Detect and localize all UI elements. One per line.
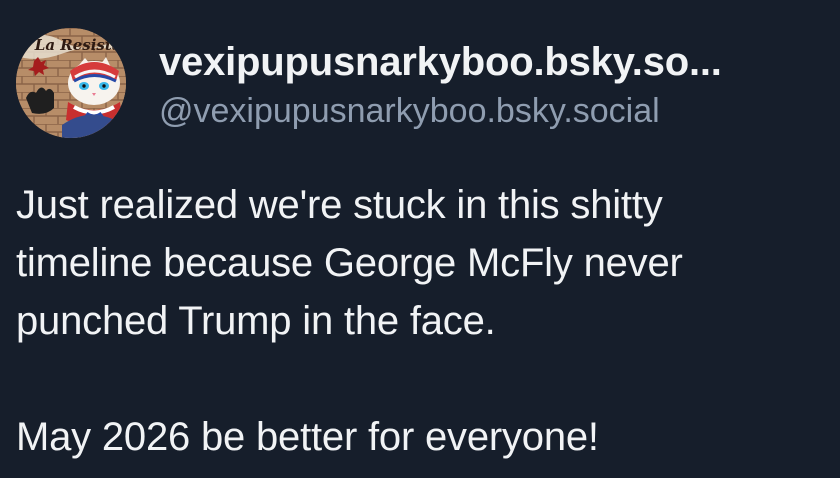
author-names: vexipupusnarkyboo.bsky.so... @vexipupusn… [159,38,824,132]
post-header: e La Resista vexipupusnarkyboo.bsky.so..… [16,28,824,140]
post-card: e La Resista vexipupusnarkyboo.bsky.so..… [0,0,840,478]
post-paragraph: Just realized we're stuck in this shitty… [16,176,824,350]
user-handle[interactable]: @vexipupusnarkyboo.bsky.social [159,90,824,132]
avatar-image: e La Resista [16,28,126,138]
avatar[interactable]: e La Resista [16,28,126,138]
display-name[interactable]: vexipupusnarkyboo.bsky.so... [159,38,824,86]
post-body: Just realized we're stuck in this shitty… [16,176,824,466]
post-text-line: punched Trump in the face. [16,299,496,343]
avatar-text: e La Resista [20,36,122,54]
post-text-line: May 2026 be better for everyone! [16,415,599,459]
post-text-line: timeline because George McFly never [16,241,683,285]
post-paragraph: May 2026 be better for everyone! [16,408,824,466]
post-text-line: Just realized we're stuck in this shitty [16,183,663,227]
